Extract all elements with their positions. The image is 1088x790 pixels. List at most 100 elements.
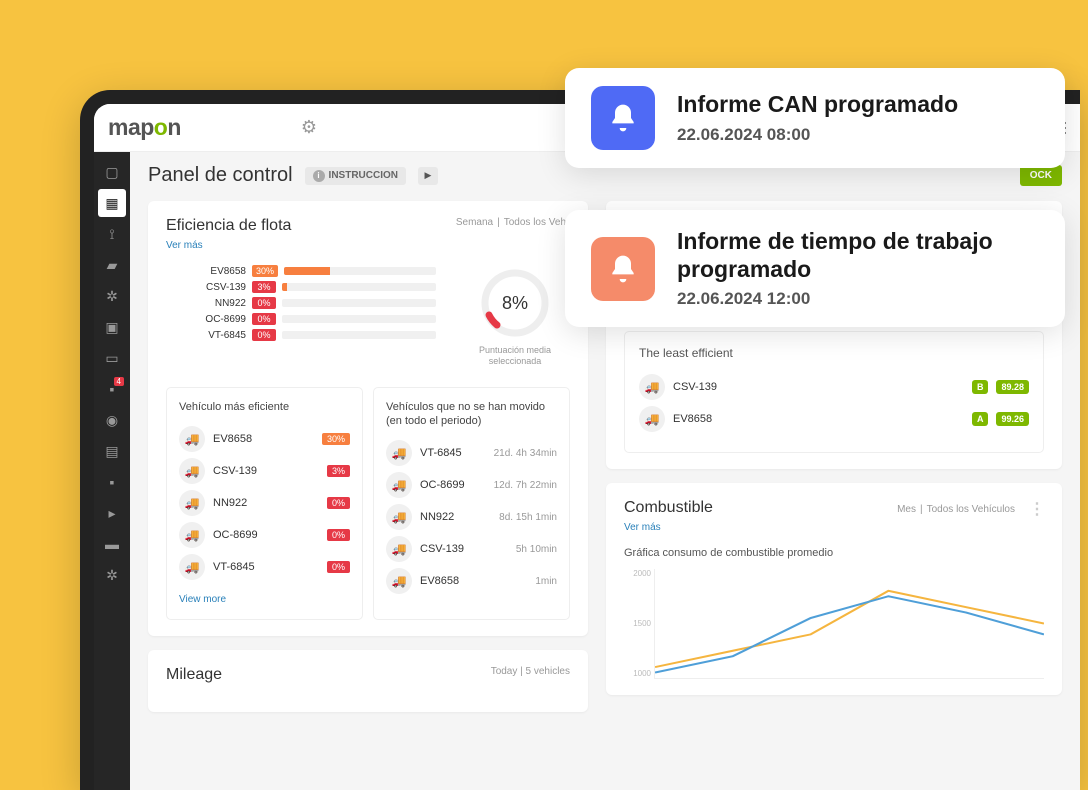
y-tick-label: 1000 bbox=[625, 669, 651, 678]
chart-series-line bbox=[655, 596, 1044, 672]
bell-icon bbox=[591, 86, 655, 150]
instruction-button[interactable]: iINSTRUCCION bbox=[305, 167, 406, 185]
mileage-meta[interactable]: Today | 5 vehicles bbox=[491, 666, 570, 677]
vehicle-row[interactable]: 🚚 CSV-139 5h 10min bbox=[386, 536, 557, 562]
nav-settings-icon[interactable]: ✲ bbox=[98, 561, 126, 589]
notif-title: Informe CAN programado bbox=[677, 91, 958, 119]
vehicle-row[interactable]: 🚚 NN922 0% bbox=[179, 490, 350, 516]
gauge-label: Puntuación media seleccionada bbox=[460, 345, 570, 367]
score-badge: 99.26 bbox=[996, 412, 1029, 426]
pct-badge: 3% bbox=[327, 465, 350, 477]
settings-gear-icon[interactable]: ⚙ bbox=[301, 117, 317, 138]
y-tick-label: 1500 bbox=[625, 619, 651, 628]
efficiency-bar-row: NN922 0% bbox=[190, 297, 436, 309]
bar-track bbox=[282, 283, 436, 291]
vehicle-row[interactable]: 🚚 OC-8699 0% bbox=[179, 522, 350, 548]
bar-track bbox=[282, 315, 436, 323]
pct-badge: 0% bbox=[252, 329, 276, 341]
truck-icon: 🚚 bbox=[179, 554, 205, 580]
truck-icon: 🚚 bbox=[179, 426, 205, 452]
truck-icon: 🚚 bbox=[179, 490, 205, 516]
nav-calendar-icon[interactable]: ▤ bbox=[98, 437, 126, 465]
nav-dashboard-icon[interactable]: ▦ bbox=[98, 189, 126, 217]
truck-icon: 🚚 bbox=[179, 522, 205, 548]
bell-icon bbox=[591, 237, 655, 301]
nav-gear-icon[interactable]: ✲ bbox=[98, 282, 126, 310]
efficiency-ver-mas[interactable]: Ver más bbox=[166, 240, 203, 251]
vehicle-row[interactable]: 🚚 EV8658 1min bbox=[386, 568, 557, 594]
not-moved-title: Vehículos que no se han movido (en todo … bbox=[386, 400, 557, 429]
efficiency-filters[interactable]: Semana|Todos los Veh bbox=[452, 217, 570, 228]
nav-location-icon[interactable]: ⟟ bbox=[98, 220, 126, 248]
fuel-card: Combustible Ver más Mes|Todos los Vehícu… bbox=[606, 483, 1062, 695]
fuel-filters[interactable]: Mes|Todos los Vehículos bbox=[893, 504, 1019, 515]
truck-icon: 🚚 bbox=[386, 504, 412, 530]
notification-can-report[interactable]: Informe CAN programado 22.06.2024 08:00 bbox=[565, 68, 1065, 168]
truck-icon: 🚚 bbox=[179, 458, 205, 484]
vehicle-row[interactable]: 🚚 VT-6845 21d. 4h 34min bbox=[386, 440, 557, 466]
vehicle-name: EV8658 bbox=[673, 413, 964, 425]
most-eff-view-more[interactable]: View more bbox=[179, 594, 226, 605]
fuel-line-chart: 200015001000 bbox=[654, 569, 1044, 679]
vehicle-row[interactable]: 🚚 EV8658 A 99.26 bbox=[639, 406, 1029, 432]
vehicle-row[interactable]: 🚚 CSV-139 3% bbox=[179, 458, 350, 484]
grade-badge: A bbox=[972, 412, 989, 426]
nav-thumb-icon[interactable]: ▸ bbox=[98, 499, 126, 527]
nav-alerts-icon[interactable]: ▪4 bbox=[98, 375, 126, 403]
app-logo: mapon bbox=[108, 114, 181, 141]
most-efficient-title: Vehículo más eficiente bbox=[179, 400, 350, 414]
not-moved-card: Vehículos que no se han movido (en todo … bbox=[373, 387, 570, 620]
vehicle-row[interactable]: 🚚 CSV-139 B 89.28 bbox=[639, 374, 1029, 400]
vehicle-name: NN922 bbox=[420, 511, 491, 523]
sidebar: ▢ ▦ ⟟ ▰ ✲ ▣ ▭ ▪4 ◉ ▤ ▪ ▸ ▬ ✲ bbox=[94, 152, 130, 790]
efficiency-bar-row: OC-8699 0% bbox=[190, 313, 436, 325]
vehicle-name: VT-6845 bbox=[190, 330, 246, 341]
grade-badge: B bbox=[972, 380, 989, 394]
bar-track bbox=[284, 267, 436, 275]
play-button[interactable]: ▶ bbox=[418, 167, 438, 185]
notif-title: Informe de tiempo de trabajo programado bbox=[677, 228, 1039, 283]
vehicle-row[interactable]: 🚚 NN922 8d. 15h 1min bbox=[386, 504, 557, 530]
vehicle-name: EV8658 bbox=[420, 575, 527, 587]
alert-count-badge: 4 bbox=[114, 377, 124, 386]
fuel-ver-mas[interactable]: Ver más bbox=[624, 522, 661, 533]
vehicle-row[interactable]: 🚚 VT-6845 0% bbox=[179, 554, 350, 580]
efficiency-bar-row: CSV-139 3% bbox=[190, 281, 436, 293]
efficiency-bar-row: EV8658 30% bbox=[190, 265, 436, 277]
vehicle-name: EV8658 bbox=[190, 266, 246, 277]
pct-badge: 0% bbox=[327, 529, 350, 541]
lock-button[interactable]: OCK bbox=[1020, 165, 1062, 186]
nav-user-icon[interactable]: ◉ bbox=[98, 406, 126, 434]
page-title: Panel de control bbox=[148, 164, 293, 187]
idle-time: 8d. 15h 1min bbox=[499, 512, 557, 523]
pct-badge: 30% bbox=[252, 265, 278, 277]
nav-map-icon[interactable]: ▢ bbox=[98, 158, 126, 186]
nav-fuel-icon[interactable]: ▣ bbox=[98, 313, 126, 341]
vehicle-row[interactable]: 🚚 OC-8699 12d. 7h 22min bbox=[386, 472, 557, 498]
notification-work-time-report[interactable]: Informe de tiempo de trabajo programado … bbox=[565, 210, 1065, 327]
efficiency-title: Eficiencia de flota bbox=[166, 217, 291, 235]
truck-icon: 🚚 bbox=[639, 374, 665, 400]
nav-document-icon[interactable]: ▰ bbox=[98, 251, 126, 279]
truck-icon: 🚚 bbox=[386, 472, 412, 498]
idle-time: 5h 10min bbox=[516, 544, 557, 555]
nav-camera-icon[interactable]: ▪ bbox=[98, 468, 126, 496]
vehicle-name: OC-8699 bbox=[190, 314, 246, 325]
mileage-title: Mileage bbox=[166, 666, 222, 684]
bar-track bbox=[282, 331, 436, 339]
nav-chat-icon[interactable]: ▭ bbox=[98, 344, 126, 372]
nav-store-icon[interactable]: ▬ bbox=[98, 530, 126, 558]
idle-time: 21d. 4h 34min bbox=[494, 448, 557, 459]
fuel-menu-icon[interactable]: ⋮ bbox=[1029, 499, 1044, 519]
vehicle-name: NN922 bbox=[213, 497, 319, 509]
fuel-title: Combustible bbox=[624, 499, 713, 517]
vehicle-name: CSV-139 bbox=[190, 282, 246, 293]
vehicle-name: CSV-139 bbox=[420, 543, 508, 555]
pct-badge: 3% bbox=[252, 281, 276, 293]
vehicle-name: CSV-139 bbox=[213, 465, 319, 477]
vehicle-row[interactable]: 🚚 EV8658 30% bbox=[179, 426, 350, 452]
pct-badge: 0% bbox=[252, 297, 276, 309]
vehicle-name: VT-6845 bbox=[213, 561, 319, 573]
vehicle-name: OC-8699 bbox=[420, 479, 486, 491]
score-badge: 89.28 bbox=[996, 380, 1029, 394]
